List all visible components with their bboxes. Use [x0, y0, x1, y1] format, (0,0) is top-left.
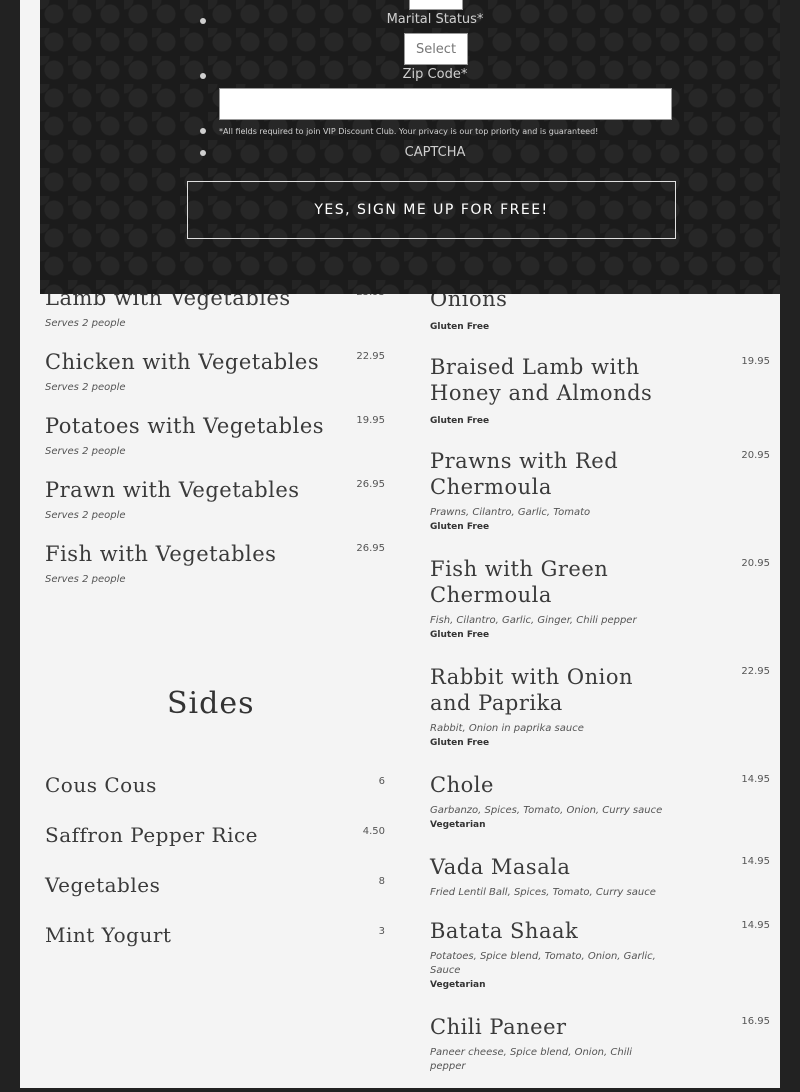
dish-description: Fish, Cilantro, Garlic, Ginger, Chili pe… [430, 615, 637, 626]
dish-tag: Vegetarian [430, 980, 486, 990]
side-item-price: 8 [378, 876, 385, 887]
dish-description: Fried Lentil Ball, Spices, Tomato, Curry… [430, 887, 656, 898]
side-item-price: 6 [378, 776, 385, 787]
dish-name: Chole [430, 773, 494, 797]
dish-price: 26.95 [356, 543, 385, 554]
dish-price: 14.95 [741, 774, 770, 785]
menu-item: Fish with Vegetables Serves 2 people [45, 541, 345, 587]
side-item-name: Cous Cous [45, 773, 157, 797]
list-bullet [200, 150, 206, 156]
dish-tag: Vegetarian [430, 820, 486, 830]
dish-name: Fish with Vegetables [45, 542, 277, 566]
dish-price: 26.95 [356, 479, 385, 490]
dish-description: Serves 2 people [45, 446, 126, 457]
vip-signup-modal: Marital Status* Select Zip Code* *All fi… [40, 0, 780, 294]
dish-tag: Gluten Free [430, 738, 490, 748]
dish-tag: Gluten Free [430, 322, 490, 332]
dish-price: 19.95 [741, 356, 770, 367]
side-item-name: Saffron Pepper Rice [45, 823, 259, 847]
side-item-price: 3 [378, 926, 385, 937]
captcha-label: CAPTCHA [404, 145, 466, 160]
dish-description: Serves 2 people [45, 382, 126, 393]
menu-item: Fish with Green Chermoula Fish, Cilantro… [430, 556, 670, 642]
menu-item: Chicken with Vegetables Serves 2 people [45, 349, 345, 395]
dish-price: 14.95 [741, 920, 770, 931]
dish-description: Serves 2 people [45, 574, 126, 585]
dish-tag: Gluten Free [430, 416, 490, 426]
menu-item: Prawns with Red Chermoula Prawns, Cilant… [430, 448, 670, 534]
sides-section-title: Sides [167, 686, 255, 721]
dish-price: 16.95 [741, 1016, 770, 1027]
menu-item: Rabbit with Onion and Paprika Rabbit, On… [430, 664, 670, 750]
dish-price: 14.95 [741, 856, 770, 867]
dish-price: 22.95 [741, 666, 770, 677]
menu-item: Braised Lamb with Honey and Almonds Glut… [430, 354, 670, 428]
signup-button[interactable]: YES, SIGN ME UP FOR FREE! [187, 181, 676, 239]
dish-description: Rabbit, Onion in paprika sauce [430, 723, 584, 734]
privacy-fine-print: *All fields required to join VIP Discoun… [219, 127, 599, 136]
dish-name: Prawns with Red Chermoula [430, 449, 619, 499]
dish-name: Prawn with Vegetables [45, 478, 300, 502]
dish-description: Serves 2 people [45, 318, 126, 329]
dish-name: Fish with Green Chermoula [430, 557, 609, 607]
dish-description: Potatoes, Spice blend, Tomato, Onion, Ga… [430, 951, 656, 976]
side-item-name: Vegetables [45, 873, 161, 897]
marital-status-select[interactable]: Select [404, 33, 468, 65]
menu-item: Chili Paneer Paneer cheese, Spice blend,… [430, 1014, 670, 1074]
menu-item: Batata Shaak Potatoes, Spice blend, Toma… [430, 918, 670, 992]
dish-name: Chili Paneer [430, 1015, 567, 1039]
side-item-price: 4.50 [362, 826, 385, 837]
dish-tag: Gluten Free [430, 522, 490, 532]
dish-name: Vada Masala [430, 855, 571, 879]
marital-status-label: Marital Status* [386, 12, 484, 27]
list-bullet [200, 18, 206, 24]
dish-name: Chicken with Vegetables [45, 350, 320, 374]
dish-price: 20.95 [741, 558, 770, 569]
dish-description: Paneer cheese, Spice blend, Onion, Chili… [430, 1047, 633, 1072]
menu-item: Chole Garbanzo, Spices, Tomato, Onion, C… [430, 772, 670, 832]
dish-description: Serves 2 people [45, 510, 126, 521]
dish-name: Batata Shaak [430, 919, 579, 943]
list-bullet [200, 73, 206, 79]
previous-field-input[interactable] [409, 0, 463, 10]
dish-name: Rabbit with Onion and Paprika [430, 665, 633, 715]
menu-item: Vada Masala Fried Lentil Ball, Spices, T… [430, 854, 670, 900]
menu-item: Potatoes with Vegetables Serves 2 people [45, 413, 345, 459]
dish-price: 22.95 [356, 351, 385, 362]
dish-price: 19.95 [356, 415, 385, 426]
dish-tag: Gluten Free [430, 630, 490, 640]
dish-name: Braised Lamb with Honey and Almonds [430, 355, 653, 405]
dish-name: Potatoes with Vegetables [45, 414, 325, 438]
dish-price: 20.95 [741, 450, 770, 461]
zip-code-input[interactable] [219, 88, 672, 120]
list-bullet [200, 128, 206, 134]
dish-description: Prawns, Cilantro, Garlic, Tomato [430, 507, 591, 518]
dish-description: Garbanzo, Spices, Tomato, Onion, Curry s… [430, 805, 663, 816]
zip-code-label: Zip Code* [402, 67, 468, 82]
menu-item: Prawn with Vegetables Serves 2 people [45, 477, 345, 523]
side-item-name: Mint Yogurt [45, 923, 172, 947]
